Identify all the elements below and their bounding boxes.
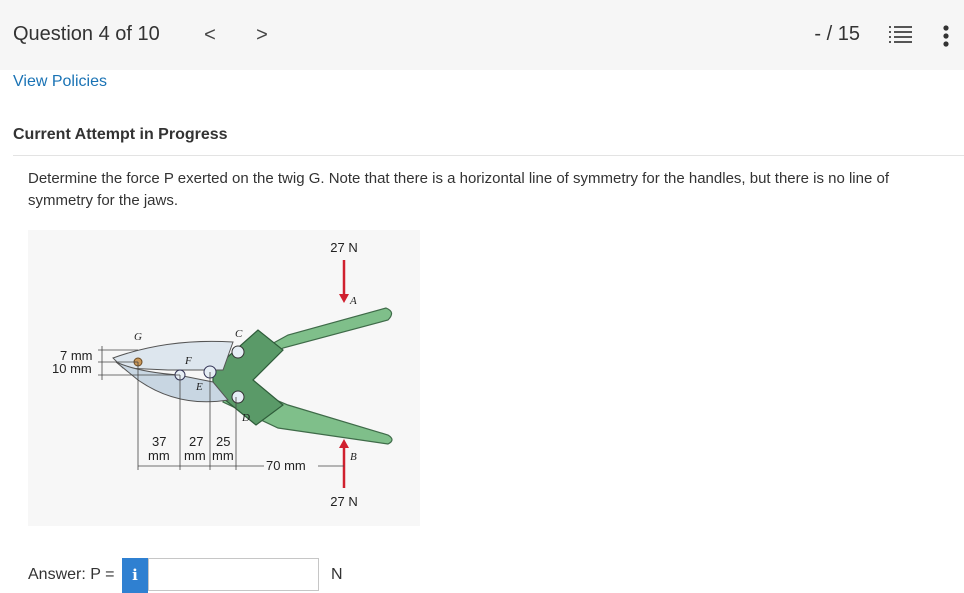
point-b: B [350, 451, 357, 463]
attempt-status: Current Attempt in Progress [13, 126, 228, 143]
dim-10mm: 10 mm [52, 361, 92, 376]
point-d: D [241, 412, 250, 424]
dim-mm-2: mm [184, 448, 206, 463]
point-e: E [195, 381, 203, 393]
question-prompt: Determine the force P exerted on the twi… [28, 170, 890, 209]
force-top-label: 27 N [330, 240, 357, 255]
info-button[interactable]: i [122, 558, 148, 593]
divider [13, 155, 964, 156]
dim-mm-1: mm [148, 448, 170, 463]
score: - / 15 [814, 23, 860, 45]
pliers-diagram: 27 N 27 N A B C D E F G 7 mm 10 mm 37 27… [52, 240, 393, 509]
list-icon[interactable] [889, 24, 913, 46]
point-a: A [349, 295, 357, 307]
point-g: G [134, 331, 142, 343]
previous-question-button[interactable]: < [198, 21, 222, 49]
next-question-button[interactable]: > [250, 21, 274, 49]
answer-label: Answer: P = [28, 566, 115, 583]
question-counter: Question 4 of 10 [13, 23, 160, 45]
more-vertical-icon[interactable] [938, 22, 954, 50]
dim-27: 27 [189, 434, 203, 449]
view-policies-link[interactable]: View Policies [13, 73, 107, 91]
pliers-figure: 27 N 27 N A B C D E F G 7 mm 10 mm 37 27… [28, 230, 420, 526]
dim-mm-3: mm [212, 448, 234, 463]
dim-25: 25 [216, 434, 230, 449]
point-f: F [184, 355, 192, 367]
dim-70mm: 70 mm [266, 458, 306, 473]
answer-unit: N [331, 566, 343, 583]
point-c: C [235, 328, 243, 340]
answer-input[interactable] [148, 558, 319, 591]
force-bottom-label: 27 N [330, 494, 357, 509]
top-bar: Question 4 of 10 < > - / 15 [0, 0, 964, 70]
upper-jaw [112, 340, 234, 371]
dim-37: 37 [152, 434, 166, 449]
